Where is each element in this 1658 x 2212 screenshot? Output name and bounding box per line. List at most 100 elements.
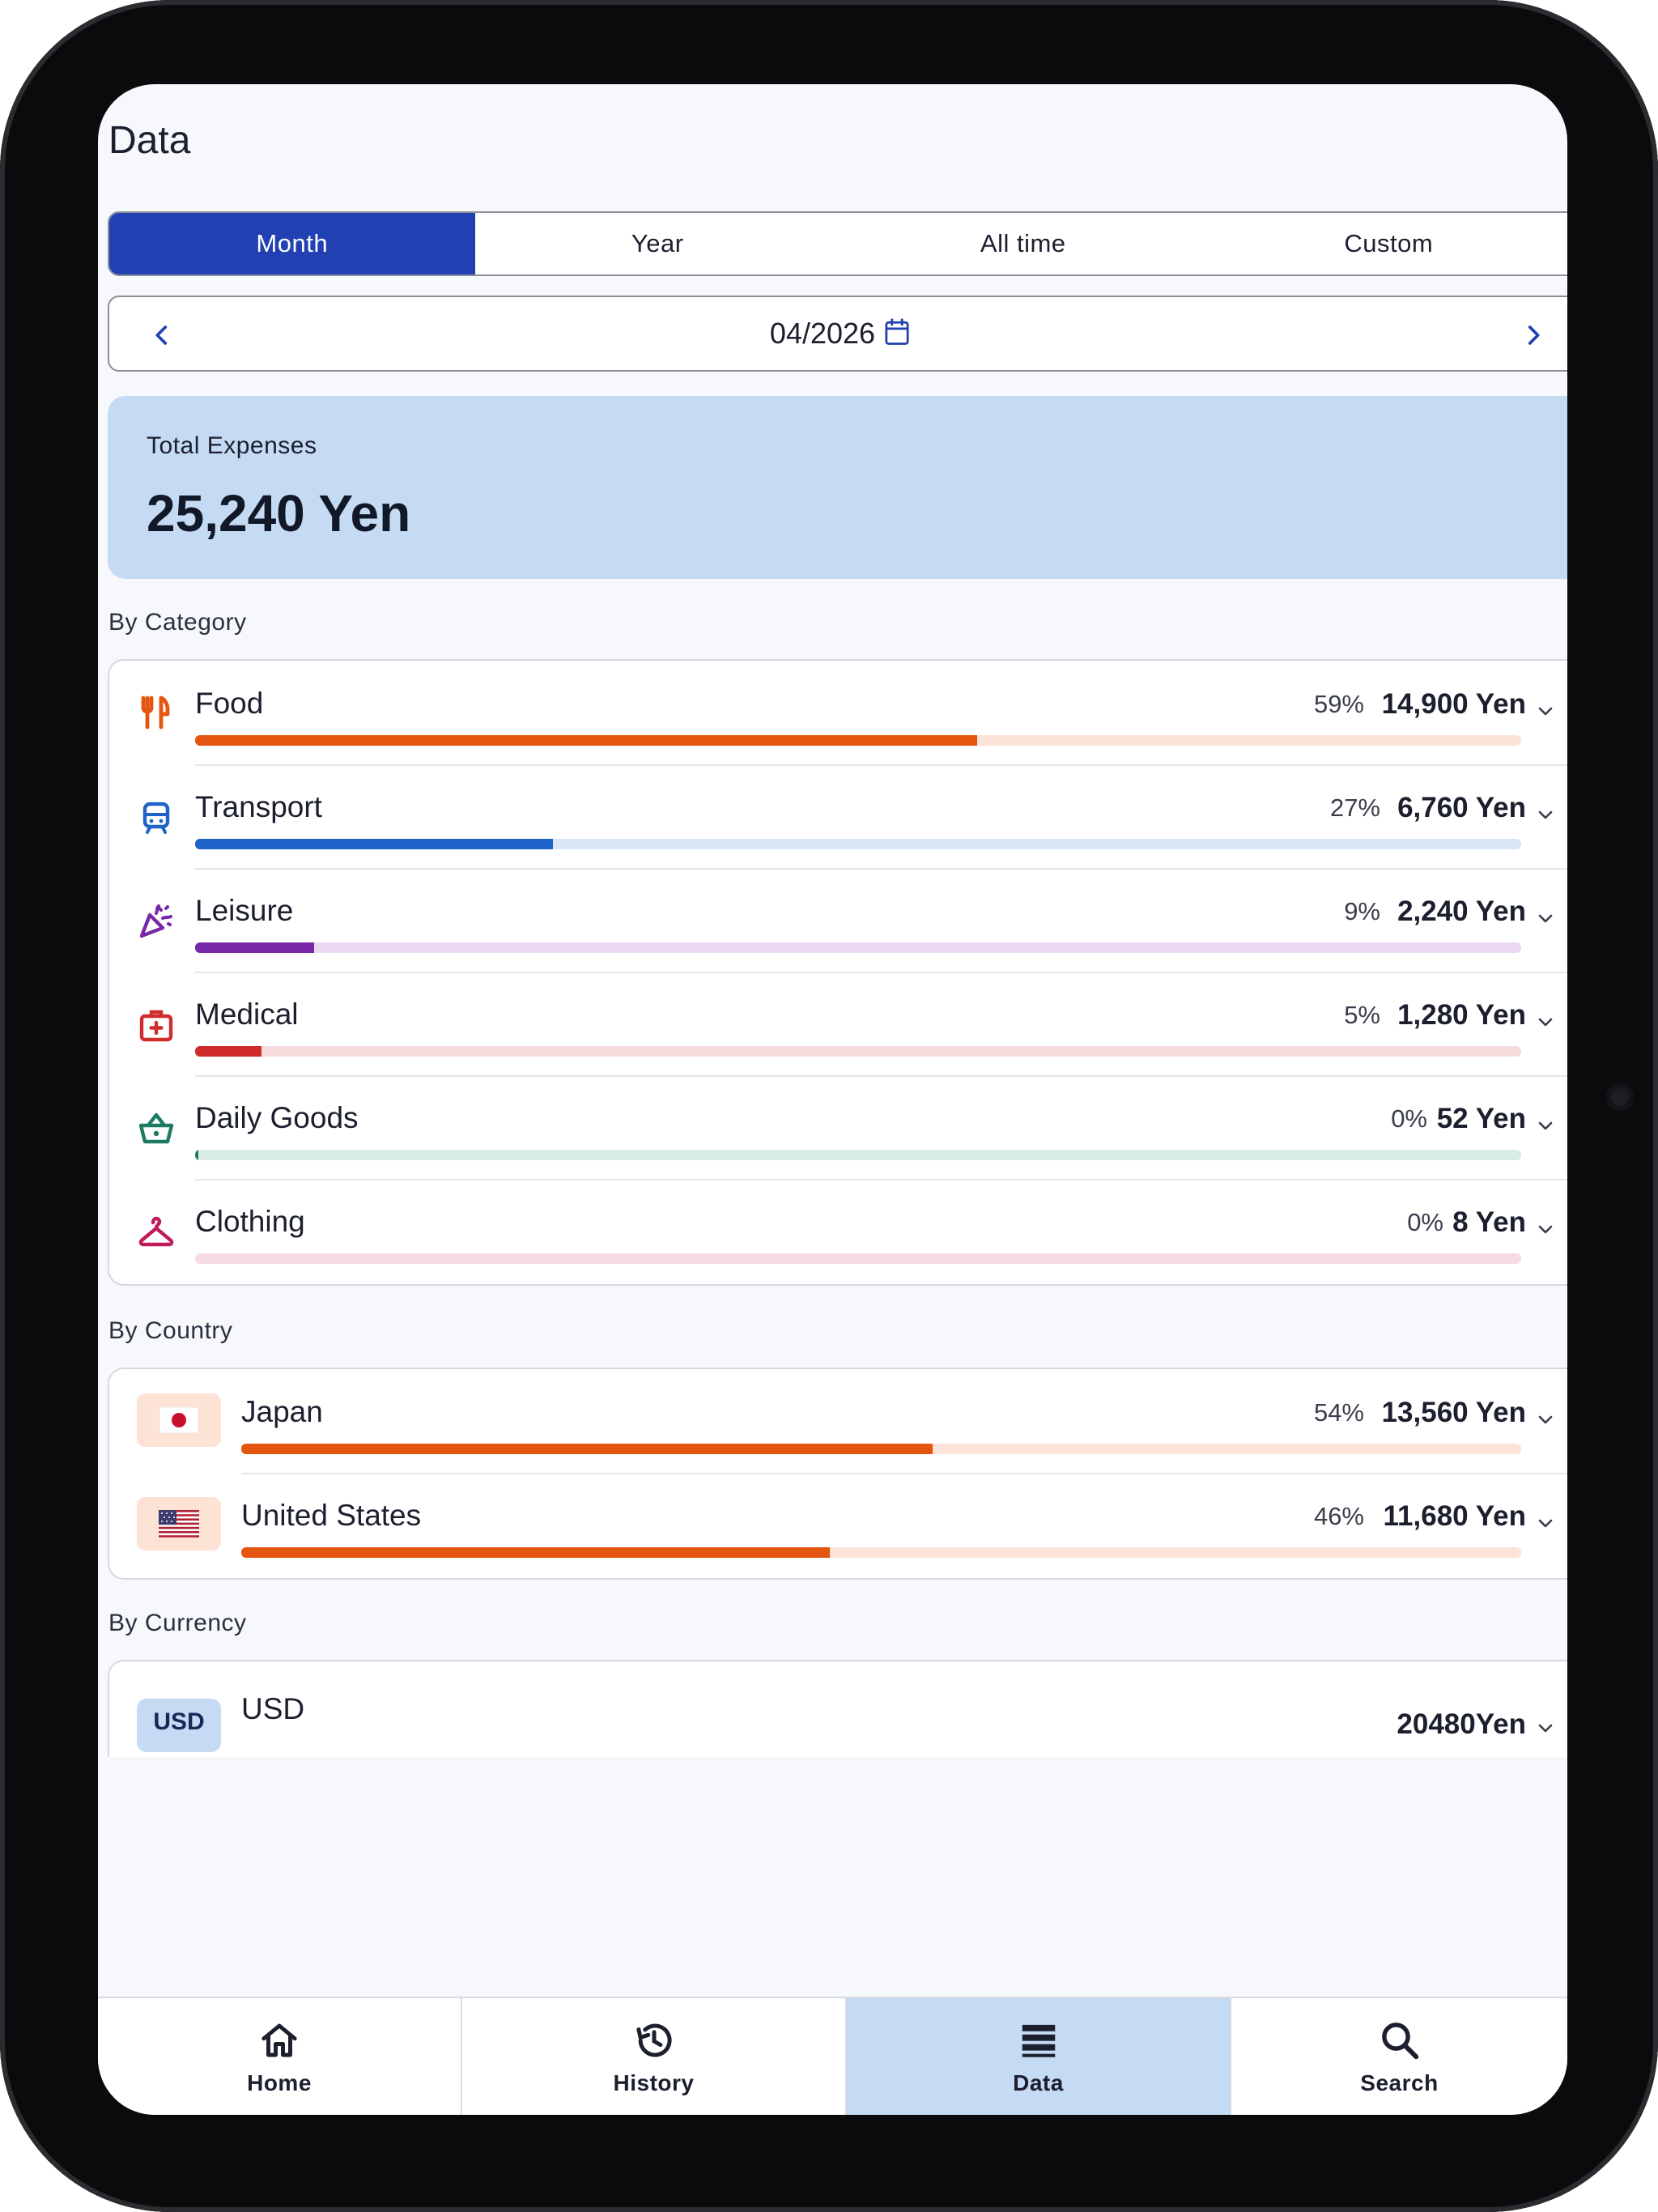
category-progress-track [195,839,1521,849]
chevron-down-icon[interactable] [1536,908,1555,928]
calendar-icon [885,318,909,345]
chevron-down-icon[interactable] [1536,701,1555,721]
category-row-leisure[interactable]: Leisure 9% 2,240 Yen [109,868,1567,972]
home-icon [261,2023,297,2057]
nav-label: Data [1013,2070,1064,2095]
nav-label: Search [1360,2070,1439,2095]
list-icon [1022,2024,1055,2057]
country-amount: 13,560 Yen [1381,1397,1526,1428]
date-value-button[interactable]: 04/2026 [109,317,1567,351]
us-flag-image [159,1510,199,1538]
total-expenses-value: 25,240 Yen [147,484,411,542]
category-progress-track [195,1253,1521,1264]
date-value: 04/2026 [769,317,876,350]
country-row-japan[interactable]: Japan 54% 13,560 Yen [109,1369,1567,1473]
country-name: United States [241,1499,422,1532]
category-row-food[interactable]: Food 59% 14,900 Yen [109,661,1567,764]
currency-amount: 20480Yen [1397,1708,1526,1740]
category-row-transport[interactable]: Transport 27% 6,760 Yen [109,764,1567,868]
category-progress-fill [195,942,315,953]
category-card: Food 59% 14,900 Yen Transport 27% 6,760 … [108,659,1567,1286]
period-segmented-control: Month Year All time Custom [108,211,1567,276]
category-name: Clothing [195,1205,305,1238]
country-percent: 46% [1313,1502,1364,1530]
category-amount: 2,240 Yen [1397,895,1526,927]
tab-custom[interactable]: Custom [1206,213,1568,274]
japan-flag-icon [137,1393,221,1447]
date-picker: 04/2026 [108,296,1567,372]
country-card: Japan 54% 13,560 Yen United States 46% 1… [108,1368,1567,1580]
country-progress-fill [241,1547,831,1558]
currency-name: USD [241,1692,305,1725]
category-row-daily-goods[interactable]: Daily Goods 0% 52 Yen [109,1075,1567,1179]
category-amount: 52 Yen [1436,1103,1526,1134]
us-flag-icon [137,1497,221,1551]
category-amount: 6,760 Yen [1397,792,1526,823]
nav-home[interactable]: Home [98,1998,461,2115]
section-title-category: By Category [108,609,247,636]
country-progress-track [241,1547,1521,1558]
app-screen: Data Month Year All time Custom 04/2026 [98,84,1567,2115]
category-progress-track [195,942,1521,953]
category-progress-fill [195,839,554,849]
chevron-down-icon[interactable] [1536,1410,1555,1429]
category-percent: 9% [1344,897,1380,925]
currency-card: USD USD 20480Yen [108,1660,1567,1757]
tablet-frame: Data Month Year All time Custom 04/2026 [0,0,1658,2212]
country-amount: 11,680 Yen [1383,1500,1526,1532]
camera-icon [1606,1083,1634,1111]
history-icon [636,2023,672,2057]
category-percent: 0% [1391,1104,1427,1133]
tab-all-time[interactable]: All time [840,213,1206,274]
nav-label: Home [247,2070,312,2095]
category-percent: 27% [1329,793,1380,822]
category-name: Leisure [195,894,294,927]
nav-search[interactable]: Search [1230,1998,1567,2115]
tab-year[interactable]: Year [475,213,841,274]
category-progress-track [195,735,1521,746]
category-percent: 59% [1313,690,1364,718]
nav-label: History [613,2070,695,2095]
country-progress-fill [241,1444,933,1454]
category-progress-track [195,1150,1521,1160]
chevron-down-icon[interactable] [1536,1116,1555,1135]
category-name: Transport [195,790,322,823]
category-row-medical[interactable]: Medical 5% 1,280 Yen [109,972,1567,1075]
nav-history[interactable]: History [461,1998,845,2115]
bottom-navigation: Home History Data Search [98,1997,1567,2115]
category-amount: 1,280 Yen [1397,999,1526,1031]
category-amount: 14,900 Yen [1381,688,1526,720]
party-popper-icon [139,904,172,938]
chevron-down-icon[interactable] [1536,805,1555,824]
category-progress-fill [195,1046,261,1057]
country-name: Japan [241,1395,323,1428]
train-icon [142,802,170,834]
nav-data[interactable]: Data [845,1998,1230,2115]
category-percent: 5% [1344,1001,1380,1029]
category-percent: 0% [1407,1208,1443,1236]
currency-row-usd[interactable]: USD USD 20480Yen [109,1661,1567,1757]
chevron-right-icon[interactable] [1520,321,1547,349]
japan-flag-image [159,1407,198,1433]
utensils-icon [141,696,170,730]
first-aid-icon [139,1010,173,1042]
category-progress-fill [195,735,978,746]
tab-month[interactable]: Month [109,213,475,274]
chevron-down-icon[interactable] [1536,1718,1555,1738]
category-name: Food [195,687,264,720]
country-progress-track [241,1444,1521,1454]
category-name: Medical [195,998,299,1031]
chevron-down-icon[interactable] [1536,1219,1555,1239]
hanger-icon [138,1216,174,1247]
country-percent: 54% [1313,1398,1364,1427]
category-amount: 8 Yen [1452,1206,1526,1238]
country-row-united-states[interactable]: United States 46% 11,680 Yen [109,1473,1567,1576]
basket-icon [138,1112,174,1144]
page-title: Data [108,119,191,162]
chevron-down-icon[interactable] [1536,1513,1555,1533]
category-row-clothing[interactable]: Clothing 0% 8 Yen [109,1179,1567,1283]
category-progress-track [195,1046,1521,1057]
chevron-down-icon[interactable] [1536,1012,1555,1032]
currency-code-badge: USD [137,1699,221,1752]
search-icon [1381,2023,1418,2060]
